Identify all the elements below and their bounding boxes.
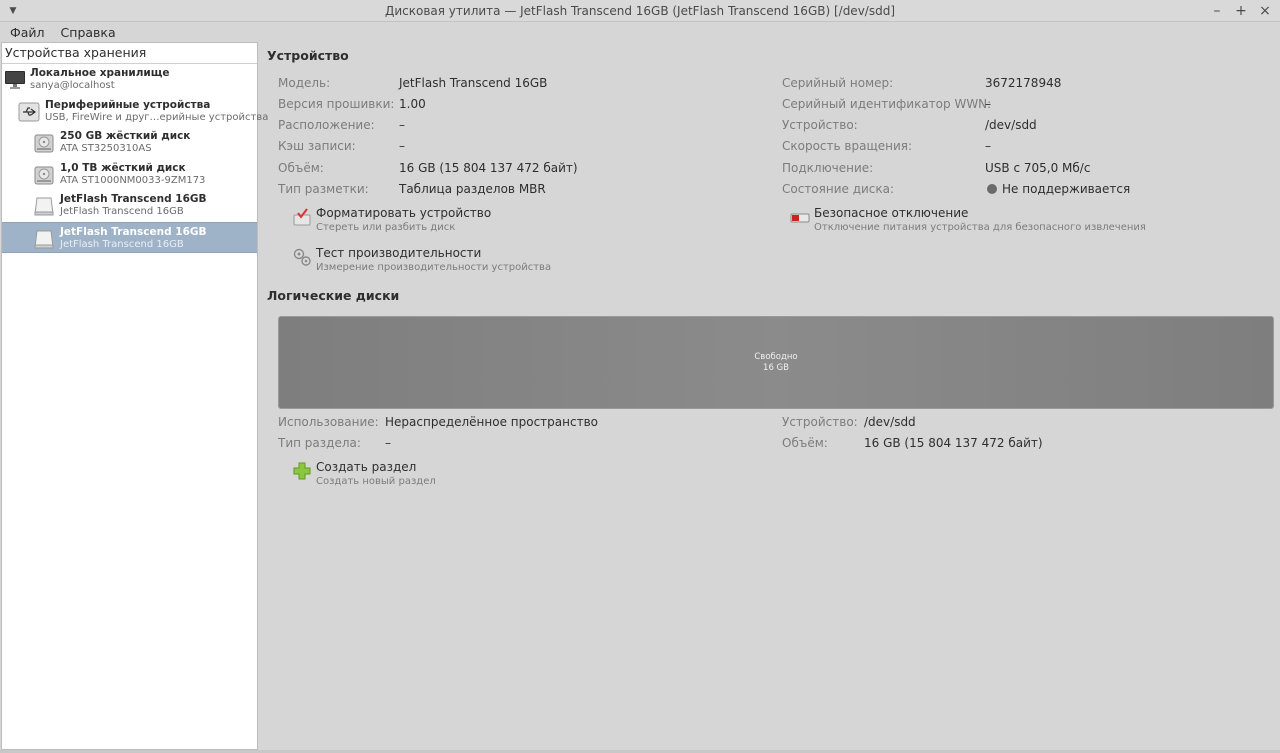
volume-device-label: Устройство:	[782, 415, 858, 429]
title-bar: ▼ Дисковая утилита — JetFlash Transcend …	[0, 0, 1280, 22]
flashdrive-icon	[34, 230, 54, 248]
gears-icon	[293, 248, 311, 266]
sidebar-item-peripherals[interactable]: Периферийные устройства USB, FireWire и …	[2, 96, 268, 128]
sidebar-item-subtitle: JetFlash Transcend 16GB	[60, 238, 184, 250]
computer-icon	[5, 71, 25, 89]
harddisk-icon	[34, 134, 54, 153]
format-device-title: Форматировать устройство	[316, 206, 492, 220]
sidebar-item-subtitle: ATA ST1000NM0033-9ZM173	[60, 174, 206, 186]
partitioning-label: Тип разметки:	[278, 182, 369, 196]
write-cache-value: –	[399, 139, 405, 153]
sidebar-item-subtitle: USB, FireWire и друг…ерийные устройства	[45, 111, 269, 123]
volume-device-value: /dev/sdd	[864, 415, 916, 429]
sidebar-item-subtitle: sanya@localhost	[30, 80, 115, 91]
close-icon[interactable]: ×	[1258, 2, 1272, 19]
storage-devices-panel: Устройства хранения Локальное хранилище …	[1, 42, 268, 750]
sidebar-item-title: JetFlash Transcend 16GB	[60, 225, 207, 238]
minimize-icon[interactable]: –	[1210, 2, 1224, 19]
serial-value: 3672178948	[985, 76, 1062, 90]
menu-help[interactable]: Справка	[53, 25, 124, 40]
connection-value: USB с 705,0 Мб/с	[985, 161, 1091, 175]
create-partition-subtitle: Создать новый раздел	[316, 476, 436, 487]
location-label: Расположение:	[278, 118, 375, 132]
flashdrive-icon	[34, 197, 54, 216]
partitioning-value: Таблица разделов MBR	[399, 182, 546, 196]
menu-file[interactable]: Файл	[2, 25, 53, 40]
sidebar-item-jetflash-selected[interactable]: JetFlash Transcend 16GB JetFlash Transce…	[2, 221, 257, 253]
sidebar-item-subtitle: ATA ST3250310AS	[60, 143, 152, 154]
sidebar-item-local-storage[interactable]: Локальное хранилище sanya@localhost	[2, 64, 257, 96]
maximize-icon[interactable]: +	[1234, 2, 1248, 19]
volume-capacity-value: 16 GB (15 804 137 472 байт)	[864, 436, 1043, 450]
capacity-value: 16 GB (15 804 137 472 байт)	[399, 161, 578, 175]
volume-label: Свободно	[754, 351, 798, 362]
device-section-title: Устройство	[267, 48, 349, 63]
benchmark-subtitle: Измерение производительности устройства	[316, 262, 552, 273]
smart-status-label: Состояние диска:	[782, 182, 895, 196]
sidebar-item-title: Периферийные устройства	[45, 98, 211, 111]
window-controls: – + ×	[1210, 2, 1272, 19]
status-dot-icon	[987, 184, 997, 194]
model-label: Модель:	[278, 76, 331, 90]
usb-icon	[18, 102, 40, 121]
volume-free-space-block[interactable]: Свободно 16 GB	[278, 316, 1274, 409]
sidebar-item-title: Локальное хранилище	[30, 67, 170, 79]
rotation-label: Скорость вращения:	[782, 139, 913, 153]
sidebar-item-subtitle: JetFlash Transcend 16GB	[60, 206, 184, 217]
usage-value: Нераспределённое пространство	[385, 415, 598, 429]
smart-status-text: Не поддерживается	[1002, 182, 1131, 196]
format-drive-icon	[293, 208, 311, 226]
create-partition-button[interactable]: Создать раздел Создать новый раздел	[292, 460, 436, 488]
format-device-button[interactable]: Форматировать устройство Стереть или раз…	[292, 206, 491, 234]
volume-capacity-label: Объём:	[782, 436, 828, 450]
sidebar-item-title: 250 GB жёсткий диск	[60, 130, 191, 142]
firmware-value: 1.00	[399, 97, 426, 111]
location-value: –	[399, 118, 405, 132]
safe-removal-subtitle: Отключение питания устройства для безопа…	[814, 222, 1146, 233]
rotation-value: –	[985, 139, 991, 153]
sidebar-item-jetflash[interactable]: JetFlash Transcend 16GB JetFlash Transce…	[2, 190, 257, 222]
device-label: Устройство:	[782, 118, 858, 132]
window-title: Дисковая утилита — JetFlash Transcend 16…	[384, 3, 896, 18]
usage-label: Использование:	[278, 415, 379, 429]
harddisk-icon	[34, 166, 54, 184]
sidebar-item-disk-250gb[interactable]: 250 GB жёсткий диск ATA ST3250310AS	[2, 127, 257, 159]
safe-removal-title: Безопасное отключение	[814, 206, 969, 220]
sidebar-item-disk-1tb[interactable]: 1,0 TB жёсткий диск ATA ST1000NM0033-9ZM…	[2, 159, 257, 191]
partition-type-label: Тип раздела:	[278, 436, 361, 450]
volume-size: 16 GB	[763, 362, 789, 373]
plus-icon	[293, 462, 311, 480]
sidebar-header: Устройства хранения	[2, 43, 257, 64]
serial-label: Серийный номер:	[782, 76, 894, 90]
write-cache-label: Кэш записи:	[278, 139, 356, 153]
firmware-label: Версия прошивки:	[278, 97, 395, 111]
menu-bar: Файл Справка	[0, 22, 1280, 42]
wwn-label: Серийный идентификатор WWN:	[782, 97, 992, 111]
wwn-value: –	[985, 97, 991, 111]
model-value: JetFlash Transcend 16GB	[399, 76, 548, 90]
volumes-section-title: Логические диски	[267, 288, 400, 303]
partition-type-value: –	[385, 436, 391, 450]
create-partition-title: Создать раздел	[316, 460, 417, 474]
window-menu-icon[interactable]: ▼	[6, 4, 20, 18]
details-panel: Устройство Модель: JetFlash Transcend 16…	[259, 42, 1280, 750]
benchmark-title: Тест производительности	[316, 246, 482, 260]
connection-label: Подключение:	[782, 161, 874, 175]
sidebar-item-title: JetFlash Transcend 16GB	[60, 193, 207, 205]
capacity-label: Объём:	[278, 161, 324, 175]
safe-removal-button[interactable]: Безопасное отключение Отключение питания…	[790, 206, 1146, 234]
smart-status-value: Не поддерживается	[987, 182, 1130, 196]
sidebar-item-title: 1,0 TB жёсткий диск	[60, 161, 186, 174]
format-device-subtitle: Стереть или разбить диск	[316, 222, 456, 233]
device-value: /dev/sdd	[985, 118, 1037, 132]
eject-drive-icon	[790, 213, 810, 223]
benchmark-button[interactable]: Тест производительности Измерение произв…	[292, 246, 551, 274]
